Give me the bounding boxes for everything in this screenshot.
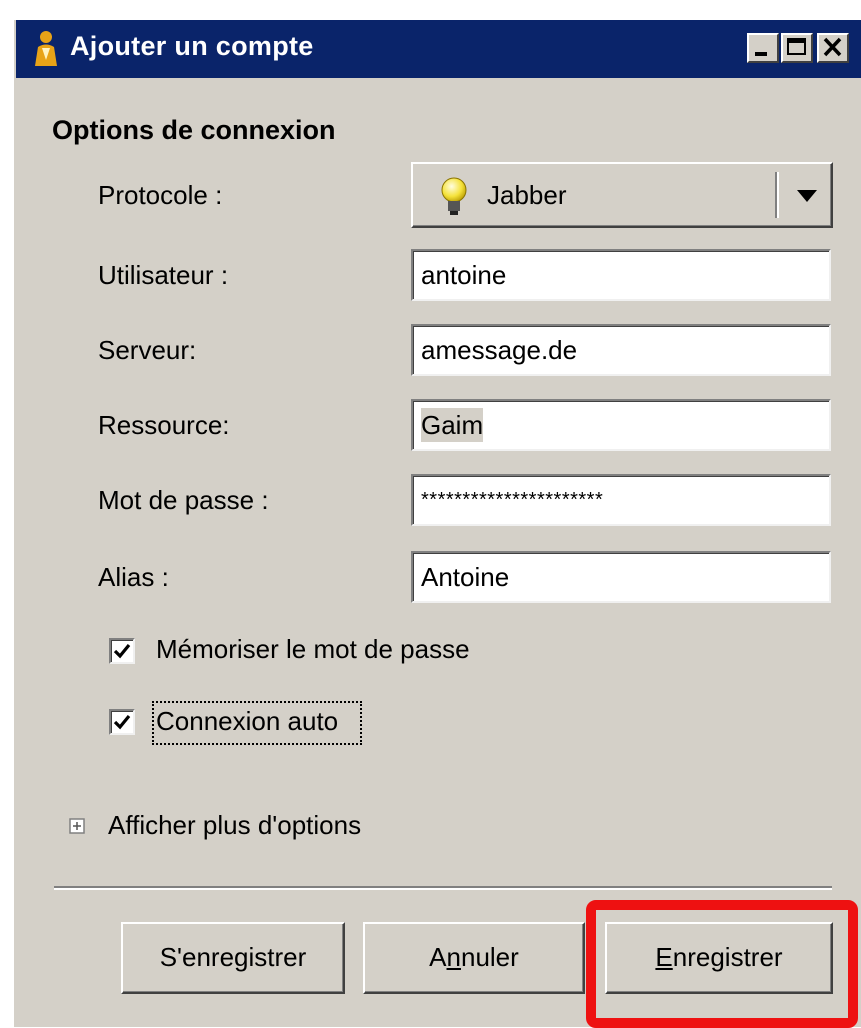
save-button[interactable]: Enregistrer	[605, 922, 833, 994]
combo-separator	[775, 172, 779, 218]
protocol-select[interactable]: Jabber	[411, 162, 833, 228]
password-input[interactable]: **********************	[411, 474, 831, 526]
password-label: Mot de passe :	[98, 485, 269, 515]
more-options-expander[interactable]: Afficher plus d'options	[108, 810, 361, 841]
cancel-mnemonic: n	[446, 942, 461, 972]
protocol-label: Protocole :	[98, 180, 223, 210]
add-account-dialog: Ajouter un compte Options de connexion P…	[12, 18, 861, 1028]
close-button[interactable]	[817, 33, 849, 63]
close-icon	[823, 37, 842, 57]
cancel-label-post: nuler	[460, 942, 519, 972]
server-input[interactable]: amessage.de	[411, 324, 831, 376]
cancel-label-pre: A	[429, 942, 447, 972]
resource-label: Ressource:	[98, 410, 230, 440]
user-input[interactable]: antoine	[411, 249, 831, 301]
protocol-value: Jabber	[487, 180, 567, 210]
checkmark-icon	[113, 643, 131, 659]
remember-password-label[interactable]: Mémoriser le mot de passe	[156, 634, 470, 665]
minimize-icon	[755, 52, 767, 56]
maximize-button[interactable]	[781, 33, 813, 63]
user-label: Utilisateur :	[98, 260, 229, 290]
chevron-down-icon[interactable]	[795, 188, 819, 204]
cancel-button[interactable]: Annuler	[363, 922, 585, 994]
minimize-button[interactable]	[747, 33, 779, 63]
alias-label: Alias :	[98, 562, 169, 592]
remember-password-checkbox[interactable]	[109, 638, 135, 664]
auto-login-checkbox[interactable]	[109, 709, 135, 735]
section-title: Options de connexion	[52, 115, 336, 145]
save-label-post: nregistrer	[672, 942, 783, 972]
server-label: Serveur:	[98, 335, 197, 365]
checkmark-icon	[113, 714, 131, 730]
resource-value: Gaim	[421, 408, 484, 442]
resource-input[interactable]: Gaim	[411, 399, 831, 451]
save-mnemonic: E	[655, 942, 673, 972]
gaim-user-icon	[35, 31, 57, 66]
alias-input[interactable]: Antoine	[411, 551, 831, 603]
register-button[interactable]: S'enregistrer	[121, 922, 345, 994]
lightbulb-icon	[441, 177, 467, 215]
separator	[54, 886, 832, 890]
plus-box-icon[interactable]	[69, 818, 85, 834]
maximize-icon	[787, 38, 806, 55]
window-title: Ajouter un compte	[70, 31, 314, 61]
auto-login-label[interactable]: Connexion auto	[156, 706, 338, 737]
title-bar[interactable]: Ajouter un compte	[16, 20, 861, 78]
